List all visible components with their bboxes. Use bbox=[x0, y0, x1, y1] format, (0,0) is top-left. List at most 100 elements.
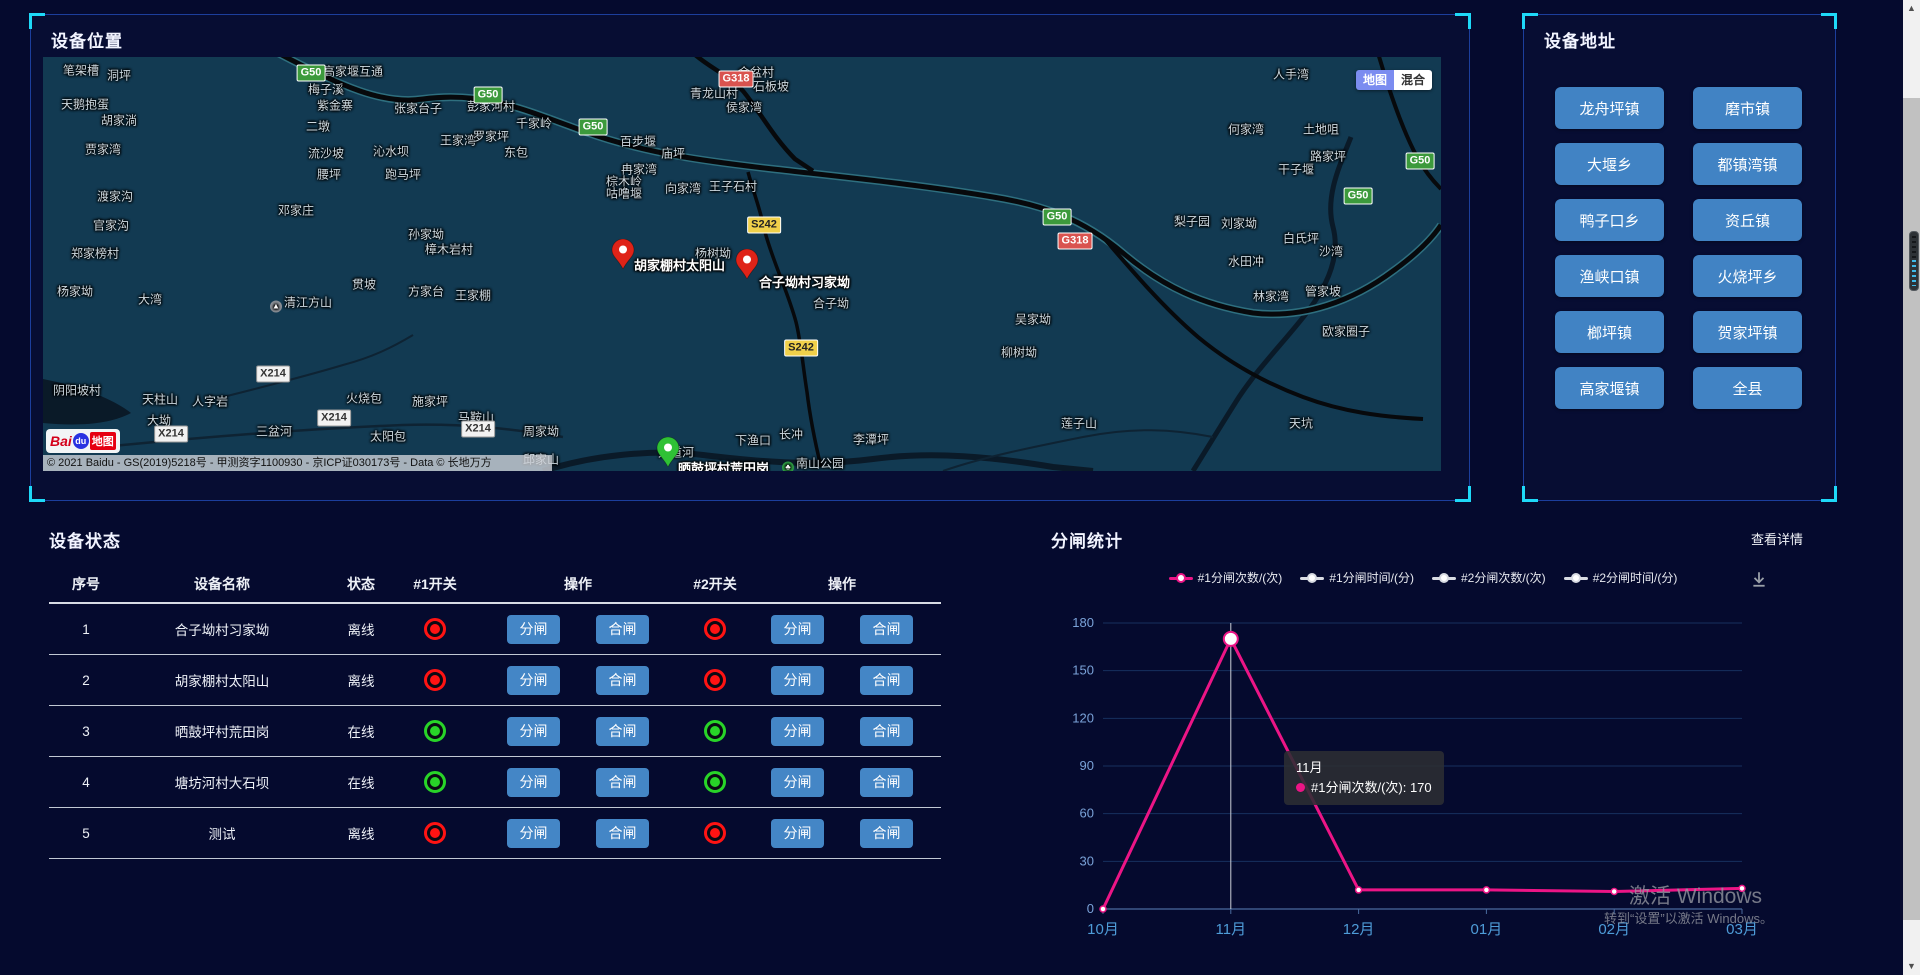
map-place-label: 王子石村 bbox=[709, 178, 757, 195]
open-switch2-button[interactable]: 分闸 bbox=[771, 768, 824, 797]
column-header: #2开关 bbox=[687, 574, 743, 594]
indicator-core bbox=[710, 675, 720, 685]
map-place-label: 杨家坳 bbox=[57, 283, 93, 300]
device-marker-label: 胡家棚村太阳山 bbox=[634, 255, 725, 274]
road-badge-g50: G50 bbox=[1043, 209, 1072, 226]
map-place-label: 路家坪 bbox=[1310, 148, 1346, 165]
address-button[interactable]: 都镇湾镇 bbox=[1693, 143, 1802, 185]
address-button[interactable]: 大堰乡 bbox=[1555, 143, 1664, 185]
open-switch1-button[interactable]: 分闸 bbox=[507, 666, 560, 695]
map-place-label: 何家湾 bbox=[1228, 121, 1264, 138]
close-switch2-button[interactable]: 合闸 bbox=[860, 666, 913, 695]
windows-watermark-line1: 激活 Windows bbox=[1629, 880, 1762, 910]
baidu-paw-icon: du bbox=[73, 433, 89, 449]
map-place-label: 石板坡 bbox=[753, 78, 789, 95]
map-place-label: 周家坳 bbox=[523, 423, 559, 440]
map-place-label: 天鹅抱蛋 bbox=[61, 96, 109, 113]
address-button[interactable]: 鸭子口乡 bbox=[1555, 199, 1664, 241]
legend-item[interactable]: #1分闸次数/(次) bbox=[1169, 569, 1283, 586]
baidu-logo[interactable]: Bai du 地图 bbox=[46, 429, 120, 453]
legend-marker-icon bbox=[1169, 572, 1193, 584]
map-place-label: 下渔口 bbox=[735, 432, 771, 449]
close-switch1-button[interactable]: 合闸 bbox=[596, 768, 649, 797]
open-switch2-button[interactable]: 分闸 bbox=[771, 666, 824, 695]
open-switch1-button[interactable]: 分闸 bbox=[507, 717, 560, 746]
close-switch2-button[interactable]: 合闸 bbox=[860, 768, 913, 797]
close-switch1-button[interactable]: 合闸 bbox=[596, 717, 649, 746]
close-switch1-button[interactable]: 合闸 bbox=[596, 666, 649, 695]
column-header: 状态 bbox=[321, 574, 401, 594]
address-button[interactable]: 磨市镇 bbox=[1693, 87, 1802, 129]
page-scrollbar[interactable]: ▲ ▼ bbox=[1903, 0, 1920, 975]
device-marker-green[interactable] bbox=[656, 437, 680, 467]
panel-title-address: 设备地址 bbox=[1544, 27, 1616, 52]
map-type-map-button[interactable]: 地图 bbox=[1356, 70, 1394, 90]
map-place-label: 二墩 bbox=[306, 118, 330, 135]
switch2-actions: 分闸 合闸 bbox=[743, 717, 941, 746]
legend-item[interactable]: #2分闸时间/(分) bbox=[1564, 569, 1678, 586]
device-marker-red[interactable] bbox=[611, 239, 635, 269]
indicator-core bbox=[430, 726, 440, 736]
open-switch1-button[interactable]: 分闸 bbox=[507, 768, 560, 797]
address-button[interactable]: 龙舟坪镇 bbox=[1555, 87, 1664, 129]
scroll-down-icon[interactable]: ▼ bbox=[1903, 958, 1920, 975]
address-button[interactable]: 渔峡口镇 bbox=[1555, 255, 1664, 297]
close-switch2-button[interactable]: 合闸 bbox=[860, 615, 913, 644]
switch2-indicator bbox=[704, 618, 726, 640]
road-badge-x214: X214 bbox=[256, 366, 290, 383]
column-header: 操作 bbox=[743, 574, 941, 594]
map-place-label: 跑马坪 bbox=[385, 166, 421, 183]
scroll-up-icon[interactable]: ▲ bbox=[1903, 0, 1920, 17]
close-switch1-button[interactable]: 合闸 bbox=[596, 819, 649, 848]
download-icon[interactable] bbox=[1750, 570, 1768, 593]
map-place-label: 官家沟 bbox=[93, 217, 129, 234]
column-header: 设备名称 bbox=[123, 574, 321, 594]
map-place-label: 渡家沟 bbox=[97, 188, 133, 205]
address-button[interactable]: 高家堰镇 bbox=[1555, 367, 1664, 409]
map-place-label: 大湾 bbox=[138, 291, 162, 308]
device-status: 在线 bbox=[321, 772, 401, 792]
open-switch2-button[interactable]: 分闸 bbox=[771, 717, 824, 746]
park-icon: ♣ bbox=[782, 462, 794, 472]
windows-watermark-line2: 转到“设置”以激活 Windows。 bbox=[1604, 908, 1773, 927]
legend-dot bbox=[1439, 573, 1449, 583]
view-details-link[interactable]: 查看详情 bbox=[1751, 529, 1803, 548]
address-button[interactable]: 贺家坪镇 bbox=[1693, 311, 1802, 353]
map-place-label: 三盆河 bbox=[256, 423, 292, 440]
switch1-actions: 分闸 合闸 bbox=[469, 768, 687, 797]
scrollbar-thumb[interactable] bbox=[1903, 98, 1920, 920]
open-switch2-button[interactable]: 分闸 bbox=[771, 819, 824, 848]
device-status-table: 序号设备名称状态#1开关操作#2开关操作 1合子坳村习家坳离线分闸合闸分闸合闸2… bbox=[49, 566, 941, 859]
svg-text:12月: 12月 bbox=[1343, 921, 1375, 938]
map-place-label: 方家台 bbox=[408, 283, 444, 300]
map-place-label: 贯坡 bbox=[352, 276, 376, 293]
indicator-core bbox=[430, 675, 440, 685]
legend-label: #1分闸次数/(次) bbox=[1198, 569, 1283, 586]
map-place-label: 火烧包 bbox=[346, 390, 382, 407]
address-button[interactable]: 全县 bbox=[1693, 367, 1802, 409]
chart-tooltip: 11月 #1分闸次数/(次): 170 bbox=[1284, 751, 1444, 805]
map-place-label: 百步堰 bbox=[620, 133, 656, 150]
map-type-hybrid-button[interactable]: 混合 bbox=[1394, 70, 1432, 90]
map-place-label: 笔架槽 bbox=[63, 62, 99, 79]
baidu-map[interactable]: 笔架槽洞坪天鹅抱蛋胡家淌贾家湾渡家沟官家沟郑家榜村杨家坳大湾梅子溪紫金寨二墩流沙… bbox=[43, 57, 1441, 471]
open-switch1-button[interactable]: 分闸 bbox=[507, 819, 560, 848]
address-button[interactable]: 火烧坪乡 bbox=[1693, 255, 1802, 297]
open-switch1-button[interactable]: 分闸 bbox=[507, 615, 560, 644]
legend-item[interactable]: #2分闸次数/(次) bbox=[1432, 569, 1546, 586]
open-switch2-button[interactable]: 分闸 bbox=[771, 615, 824, 644]
address-button[interactable]: 榔坪镇 bbox=[1555, 311, 1664, 353]
baidu-logo-text: Bai bbox=[50, 433, 72, 449]
device-marker-red[interactable] bbox=[735, 249, 759, 279]
close-switch1-button[interactable]: 合闸 bbox=[596, 615, 649, 644]
legend-item[interactable]: #1分闸时间/(分) bbox=[1300, 569, 1414, 586]
switch2-actions: 分闸 合闸 bbox=[743, 768, 941, 797]
switch2-indicator bbox=[704, 771, 726, 793]
close-switch2-button[interactable]: 合闸 bbox=[860, 819, 913, 848]
address-button[interactable]: 资丘镇 bbox=[1693, 199, 1802, 241]
corner-accent bbox=[1455, 486, 1471, 502]
map-type-toggle: 地图 混合 bbox=[1356, 70, 1432, 90]
indicator-core bbox=[710, 777, 720, 787]
close-switch2-button[interactable]: 合闸 bbox=[860, 717, 913, 746]
switch1-indicator bbox=[424, 669, 446, 691]
